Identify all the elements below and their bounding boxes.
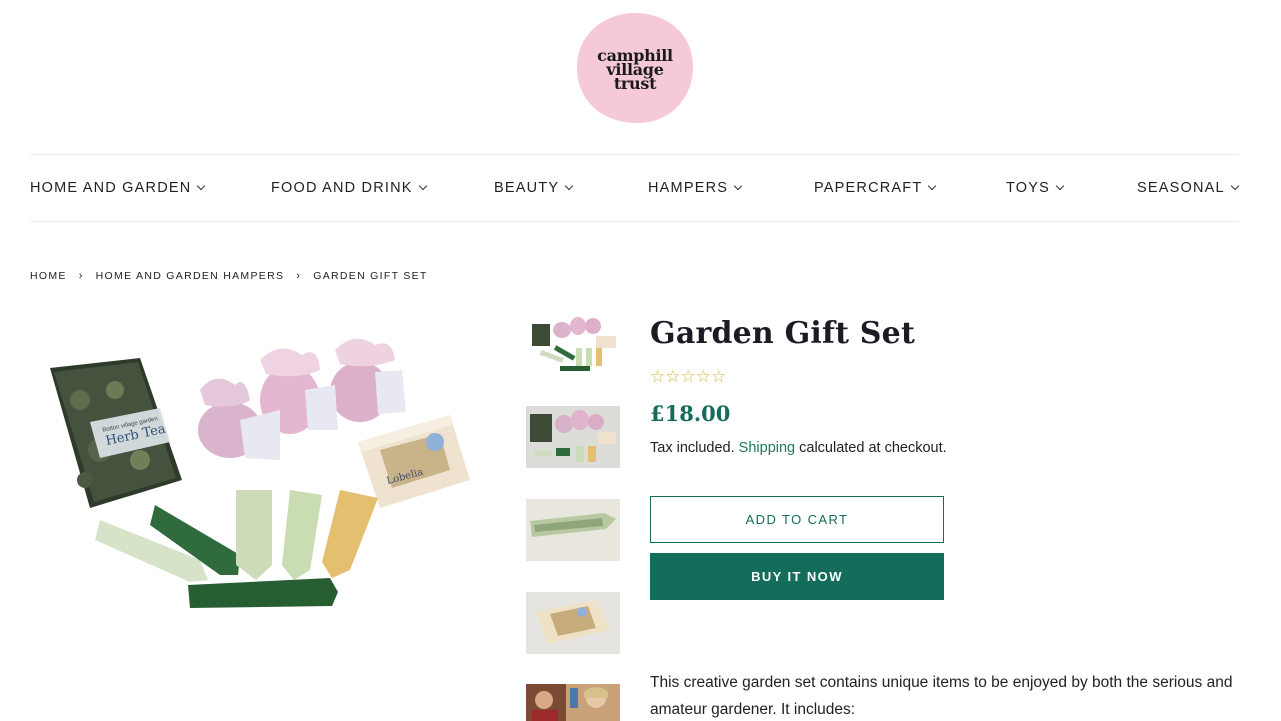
logo-line-3: trust <box>613 74 657 93</box>
chevron-down-icon <box>418 181 427 191</box>
chevron-down-icon <box>928 181 937 191</box>
nav-item-beauty[interactable]: BEAUTY <box>494 180 574 196</box>
nav-label: BEAUTY <box>494 180 560 196</box>
thumbnail-1[interactable] <box>526 314 620 376</box>
chevron-down-icon <box>733 181 743 191</box>
logo-text: camphill village trust <box>576 48 694 93</box>
product-info: Garden Gift Set ☆☆☆☆☆ £18.00 Tax include… <box>650 316 1240 718</box>
chevron-down-icon <box>564 181 574 191</box>
nav-item-home-and-garden[interactable]: HOME AND GARDEN <box>30 180 206 196</box>
nav-label: HOME AND GARDEN <box>30 180 192 196</box>
thumbnail-3[interactable] <box>526 499 620 561</box>
nav-label: TOYS <box>1006 180 1051 196</box>
tax-prefix: Tax included. <box>650 440 735 456</box>
chevron-down-icon <box>1055 181 1065 191</box>
main-navigation: HOME AND GARDEN FOOD AND DRINK BEAUTY HA… <box>30 154 1240 222</box>
breadcrumb: HOME › HOME AND GARDEN HAMPERS › GARDEN GIFT… <box>30 270 428 282</box>
thumbnail-plant-marker-icon <box>526 499 620 561</box>
soap-bar-icon: Lobelia <box>358 415 470 508</box>
thumbnail-5[interactable] <box>526 684 620 721</box>
add-to-cart-button[interactable]: ADD TO CART <box>650 496 944 543</box>
product-description: This creative garden set contains unique… <box>650 674 1233 718</box>
tax-note: Tax included. Shipping calculated at che… <box>650 440 947 456</box>
thumbnail-people-icon <box>526 684 620 721</box>
breadcrumb-current: GARDEN GIFT SET <box>313 270 428 282</box>
nav-label: PAPERCRAFT <box>814 180 923 196</box>
nav-item-papercraft[interactable]: PAPERCRAFT <box>814 180 937 196</box>
chevron-down-icon <box>197 181 206 191</box>
breadcrumb-home-link[interactable]: HOME <box>30 270 67 282</box>
breadcrumb-separator: › <box>78 270 84 282</box>
nav-item-toys[interactable]: TOYS <box>1006 180 1065 196</box>
camphill-logo[interactable]: camphill village trust <box>576 11 694 124</box>
nav-label: SEASONAL <box>1137 180 1225 196</box>
breadcrumb-category-link[interactable]: HOME AND GARDEN HAMPERS <box>96 270 285 282</box>
thumbnail-4[interactable] <box>526 592 620 654</box>
tax-suffix: calculated at checkout. <box>799 440 947 456</box>
site-header: camphill village trust <box>0 0 1281 150</box>
rating-stars-icon[interactable]: ☆☆☆☆☆ <box>650 367 726 387</box>
thumbnail-gift-set-alt-icon <box>526 406 620 468</box>
herb-tea-bag-icon: Herb Tea Botton village garden <box>50 358 182 508</box>
nav-label: HAMPERS <box>648 180 729 196</box>
shipping-link[interactable]: Shipping <box>739 440 795 456</box>
nav-item-seasonal[interactable]: SEASONAL <box>1137 180 1240 196</box>
thumbnail-gift-set-icon <box>526 314 620 376</box>
thumbnail-soap-icon <box>526 592 620 654</box>
nav-label: FOOD AND DRINK <box>271 180 413 196</box>
nav-item-food-and-drink[interactable]: FOOD AND DRINK <box>271 180 427 196</box>
buy-it-now-button[interactable]: BUY IT NOW <box>650 553 944 600</box>
product-price: £18.00 <box>650 401 731 426</box>
plant-markers-icon <box>95 490 378 608</box>
nav-item-hampers[interactable]: HAMPERS <box>648 180 743 196</box>
chevron-down-icon <box>1230 181 1240 191</box>
thumbnail-2[interactable] <box>526 406 620 468</box>
product-title: Garden Gift Set <box>650 316 916 351</box>
breadcrumb-separator: › <box>296 270 302 282</box>
garden-gift-set-photo: Herb Tea Botton village garden Lobelia <box>50 338 470 608</box>
product-main-image[interactable]: Herb Tea Botton village garden Lobelia <box>40 330 480 620</box>
